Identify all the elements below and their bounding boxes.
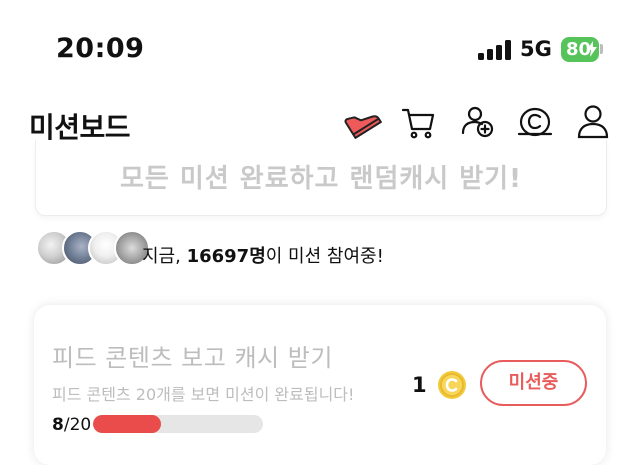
participants-text: 지금, 16697명이 미션 참여중! <box>142 242 384 268</box>
all-missions-banner[interactable]: 모든 미션 완료하고 랜덤캐시 받기! <box>35 140 607 216</box>
participants-count: 16697명 <box>186 246 266 267</box>
add-friend-icon[interactable] <box>456 100 500 144</box>
status-time: 20:09 <box>56 33 145 64</box>
progress-done: 8 <box>52 415 64 435</box>
battery-cap <box>600 44 603 54</box>
progress-count: 8/20 <box>52 415 91 435</box>
participants-prefix: 지금, <box>142 246 187 267</box>
mission-description: 피드 콘텐츠 20개를 보면 미션이 완료됩니다! <box>52 385 355 404</box>
progress-bar <box>93 415 263 433</box>
coin-icon <box>438 371 466 399</box>
signal-bars-icon <box>478 40 512 60</box>
reward-count: 1 <box>412 373 427 397</box>
mission-status-button[interactable]: 미션중 <box>480 360 587 406</box>
participants-suffix: 이 미션 참여중! <box>265 246 384 267</box>
banner-text: 모든 미션 완료하고 랜덤캐시 받기! <box>120 164 522 194</box>
profile-icon[interactable] <box>571 100 615 144</box>
progress-fill <box>93 415 161 433</box>
participant-avatars <box>36 230 150 268</box>
network-type: 5G <box>520 37 552 61</box>
cash-coin-icon[interactable] <box>513 100 557 144</box>
battery-charging-icon: 80 <box>561 37 599 62</box>
mission-card[interactable]: 피드 콘텐츠 보고 캐시 받기 피드 콘텐츠 20개를 보면 미션이 완료됩니다… <box>34 305 606 465</box>
cart-icon[interactable] <box>397 100 441 144</box>
status-bar: 20:09 5G 80 <box>0 0 640 90</box>
shoe-icon[interactable] <box>340 100 384 144</box>
progress-total: /20 <box>63 415 92 435</box>
mission-title: 피드 콘텐츠 보고 캐시 받기 <box>52 344 333 372</box>
charging-bolt-icon <box>587 41 597 57</box>
